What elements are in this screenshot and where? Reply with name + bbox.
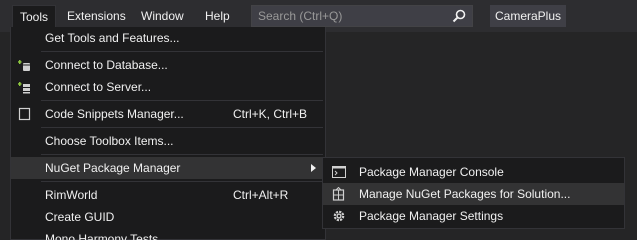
menu-separator (41, 181, 323, 182)
submenu-item-package-manager-console[interactable]: Package Manager Console (323, 161, 624, 183)
menu-item-label: Get Tools and Features... (45, 31, 180, 45)
menu-item-shortcut: Ctrl+K, Ctrl+B (233, 107, 308, 121)
menu-item-label: Mono.Harmony Tests (45, 232, 159, 240)
gear-icon (333, 210, 345, 222)
menu-item-label: Choose Toolbox Items... (45, 134, 174, 148)
console-icon (332, 166, 346, 178)
checkbox-icon (18, 107, 31, 121)
menu-item-nuget[interactable]: NuGet Package Manager (11, 157, 325, 179)
menu-item-mono-harmony-tests[interactable]: Mono.Harmony Tests (11, 228, 325, 240)
menu-item-label: Code Snippets Manager... (45, 107, 184, 121)
menu-extensions[interactable]: Extensions (60, 5, 133, 27)
menu-item-connect-database[interactable]: Connect to Database... (11, 54, 325, 76)
menu-item-get-tools[interactable]: Get Tools and Features... (11, 27, 325, 49)
menu-item-label: NuGet Package Manager (45, 161, 181, 175)
menu-item-label: Connect to Server... (45, 80, 152, 94)
menu-separator (41, 127, 323, 128)
menu-item-label: RimWorld (45, 188, 98, 202)
server-connect-icon (18, 82, 30, 94)
submenu-item-manage-nuget-packages[interactable]: Manage NuGet Packages for Solution... (323, 183, 624, 205)
menu-item-label: Connect to Database... (45, 58, 168, 72)
menu-window[interactable]: Window (134, 5, 191, 27)
database-connect-icon (18, 60, 30, 71)
submenu-item-label: Package Manager Settings (359, 209, 504, 223)
search-placeholder: Search (Ctrl+Q) (258, 9, 343, 23)
nuget-submenu: Package Manager Console Manage NuGet Pac… (322, 157, 625, 229)
menu-item-choose-toolbox[interactable]: Choose Toolbox Items... (11, 130, 325, 152)
nuget-package-icon (332, 187, 345, 201)
menu-item-code-snippets[interactable]: Code Snippets Manager... Ctrl+K, Ctrl+B (11, 103, 325, 125)
submenu-item-package-manager-settings[interactable]: Package Manager Settings (323, 205, 624, 227)
menu-help[interactable]: Help (198, 5, 237, 27)
menu-item-connect-server[interactable]: Connect to Server... (11, 76, 325, 98)
submenu-item-label: Package Manager Console (359, 165, 504, 179)
menu-separator (41, 51, 323, 52)
menu-separator (41, 100, 323, 101)
tools-menu: Get Tools and Features... Connect to Dat… (10, 27, 326, 240)
menu-separator (41, 154, 323, 155)
submenu-item-label: Manage NuGet Packages for Solution... (359, 187, 571, 201)
search-icon[interactable] (452, 9, 466, 23)
search-box[interactable]: Search (Ctrl+Q) (251, 5, 473, 27)
menu-item-shortcut: Ctrl+Alt+R (233, 188, 289, 202)
submenu-arrow-icon (311, 164, 316, 172)
menu-item-create-guid[interactable]: Create GUID (11, 206, 325, 228)
menu-item-rimworld[interactable]: RimWorld Ctrl+Alt+R (11, 184, 325, 206)
profile-button[interactable]: CameraPlus (490, 5, 566, 27)
menu-item-label: Create GUID (45, 210, 115, 224)
